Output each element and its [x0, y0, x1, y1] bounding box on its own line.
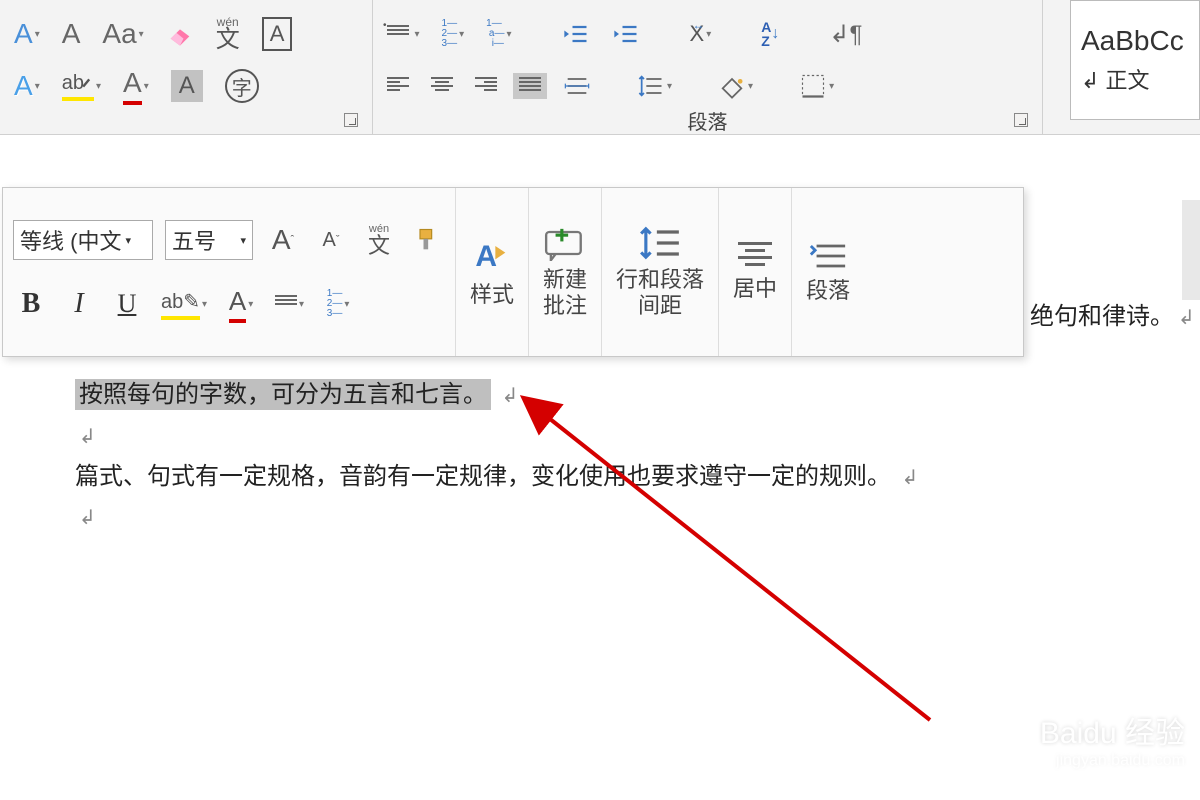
multilevel-list-button[interactable]: 1— a— i— ▾: [480, 15, 517, 53]
change-case-button[interactable]: Aa ▾: [96, 14, 149, 54]
clear-format-button[interactable]: A: [56, 14, 87, 54]
highlight-button[interactable]: ab ▾: [56, 68, 107, 105]
numbering-button[interactable]: 1—2—3— ▾: [436, 15, 471, 53]
paragraph-mark-icon: ↲: [79, 507, 96, 529]
eraser-button[interactable]: [160, 16, 200, 52]
svg-text:A: A: [475, 240, 497, 273]
underline-button[interactable]: U: [109, 285, 145, 323]
phonetic-guide-mini-button[interactable]: wén 文: [361, 220, 397, 261]
bullets-mini-button[interactable]: ▾: [271, 291, 308, 317]
font-size-select[interactable]: 五号▾: [165, 220, 253, 260]
asian-layout-button[interactable]: X↔ ▾: [684, 17, 718, 51]
align-center-button[interactable]: [425, 73, 459, 99]
doc-empty-line[interactable]: ↲: [75, 416, 1200, 457]
mini-toolbar: 等线 (中文▾ 五号▾ Aˆ Aˇ wén 文 B I U ab✎ ▾: [2, 187, 1024, 357]
bold-button[interactable]: B: [13, 284, 49, 324]
char-border-A-button[interactable]: A: [256, 13, 299, 55]
watermark: Baidu 经验 jingyan.baidu.com: [1040, 708, 1185, 770]
doc-empty-line2[interactable]: ↲: [75, 497, 1200, 538]
doc-line3[interactable]: 篇式、句式有一定规格，音韵有一定规律，变化使用也要求遵守一定的规则。 ↲: [75, 457, 1200, 498]
font-group: A ▾ A Aa ▾ wén 文 A A ▾: [0, 0, 373, 134]
style-gallery-item[interactable]: AaBbCc ↲ 正文: [1070, 0, 1200, 120]
sort-button[interactable]: AZ↓: [755, 16, 785, 52]
numbering-mini-button[interactable]: 1—2—3— ▾: [320, 285, 356, 323]
paragraph-group: • ▾ 1—2—3— ▾ 1— a— i— ▾ X↔ ▾: [373, 0, 1043, 134]
font-name-select[interactable]: 等线 (中文▾: [13, 220, 153, 260]
paragraph-group-label: 段落: [688, 106, 728, 135]
ribbon: A ▾ A Aa ▾ wén 文 A A ▾: [0, 0, 1200, 135]
paragraph-mark-icon: ↲: [1178, 307, 1195, 329]
doc-line2[interactable]: 按照每句的字数，可分为五言和七言。 ↲: [75, 375, 1200, 416]
enclose-char-button[interactable]: 字: [219, 65, 265, 107]
watermark-main: Baidu 经验: [1040, 708, 1185, 752]
bullets-button[interactable]: • ▾: [381, 21, 426, 47]
watermark-sub: jingyan.baidu.com: [1040, 752, 1185, 770]
highlight-mini-button[interactable]: ab✎ ▾: [157, 285, 211, 324]
borders-button[interactable]: ▾: [793, 68, 840, 104]
font-dialog-launcher[interactable]: [338, 109, 364, 131]
document-body[interactable]: 按照每句的字数，可分为五言和七言。 ↲ ↲ 篇式、句式有一定规格，音韵有一定规律…: [75, 375, 1200, 538]
decrease-indent-button[interactable]: [556, 16, 596, 52]
paragraph-mark-icon: ↲: [79, 426, 96, 448]
align-left-button[interactable]: [381, 73, 415, 99]
italic-button[interactable]: I: [61, 284, 97, 324]
styles-button[interactable]: A 样式: [456, 188, 529, 356]
paragraph-mark-icon: ↲: [502, 385, 519, 407]
paragraph-dialog-launcher[interactable]: [1008, 109, 1034, 131]
font-color-mini-button[interactable]: A ▾: [223, 282, 259, 327]
line-spacing-big-button[interactable]: 行和段落间距: [602, 188, 719, 356]
char-shading-button[interactable]: A: [165, 66, 209, 106]
distribute-button[interactable]: [557, 68, 597, 104]
format-painter-button[interactable]: [409, 222, 445, 258]
align-right-button[interactable]: [469, 73, 503, 99]
style-name-text: ↲ 正文: [1081, 63, 1189, 95]
paragraph-big-button[interactable]: 段落: [792, 188, 864, 356]
selected-text[interactable]: 按照每句的字数，可分为五言和七言。: [75, 379, 491, 410]
shrink-font-button[interactable]: Aˇ: [313, 225, 349, 256]
font-color-button[interactable]: A ▾: [117, 63, 155, 109]
doc-line1-partial: 绝句和律诗。↲: [1030, 296, 1195, 331]
new-comment-button[interactable]: 新建批注: [529, 188, 602, 356]
text-effects-button[interactable]: A ▾: [8, 66, 46, 106]
style-preview-text: AaBbCc: [1081, 25, 1189, 57]
line-spacing-button[interactable]: ▾: [631, 68, 678, 104]
paragraph-mark-icon: ↲: [902, 467, 919, 489]
grow-font-button[interactable]: Aˆ: [265, 220, 301, 260]
show-marks-button[interactable]: ↲¶: [823, 16, 868, 53]
center-big-button[interactable]: 居中: [719, 188, 792, 356]
phonetic-guide-button[interactable]: wén 文: [210, 12, 246, 56]
increase-indent-button[interactable]: [606, 16, 646, 52]
shading-button[interactable]: ▾: [712, 68, 759, 104]
scrollbar[interactable]: [1182, 200, 1200, 300]
partial-button[interactable]: A ▾: [8, 14, 46, 54]
align-justify-button[interactable]: [513, 73, 547, 99]
